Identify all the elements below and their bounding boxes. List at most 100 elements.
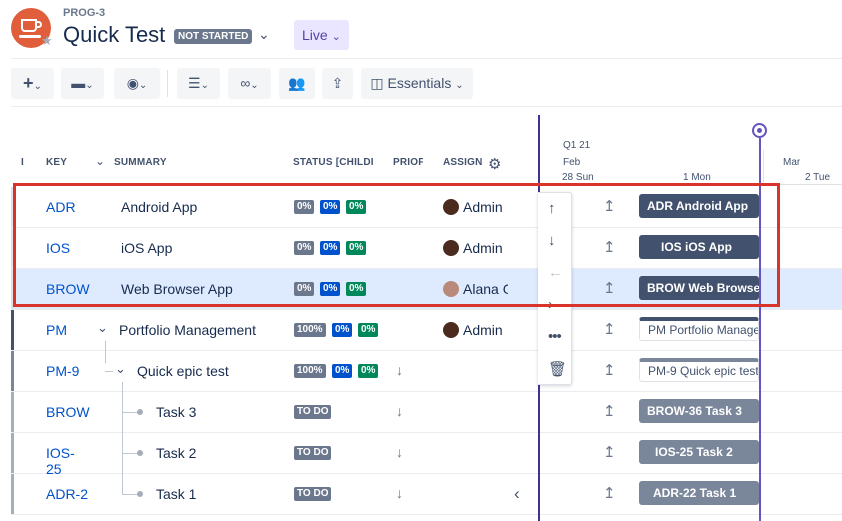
status-badge: NOT STARTED [174, 29, 253, 44]
status-badge: TO DO [294, 446, 332, 460]
dependencies-button[interactable]: ∞⌄ [228, 68, 271, 99]
program-key: PROG-3 [63, 7, 106, 19]
chevron-down-icon[interactable]: ⌄ [95, 154, 105, 168]
plus-icon: + [23, 73, 34, 93]
issue-key[interactable]: ADR-2 [46, 486, 88, 502]
export-icon: ⇪ [331, 75, 344, 91]
star-icon[interactable]: ★ [41, 33, 53, 49]
view-settings-button[interactable]: ◫ Essentials ⌄ [361, 68, 473, 99]
team-button[interactable]: 👥 [279, 68, 315, 99]
issue-key[interactable]: IOS-25 [46, 445, 86, 477]
timeline-bar[interactable]: BROW-36 Task 3 [639, 399, 759, 423]
page-title: Quick Test [63, 22, 166, 47]
timeline-month: Mar [783, 157, 801, 168]
timeline-bar[interactable]: IOS-25 Task 2 [639, 440, 759, 464]
status-badge: TO DO [294, 487, 332, 501]
tree-line [122, 453, 138, 454]
issue-key[interactable]: PM-9 [46, 363, 79, 379]
tree-line [122, 494, 138, 495]
issue-key[interactable]: BROW [46, 404, 90, 420]
arrow-up-icon[interactable]: ↥ [603, 320, 616, 338]
today-marker-icon[interactable] [752, 123, 767, 138]
chevron-down-icon: ⌄ [250, 80, 259, 91]
table-row[interactable]: PM-9 ⌄ Quick epic test 100% 0% 0% ↓ ↥ PM… [11, 341, 842, 392]
timeline-day: 28 Sun [562, 172, 594, 183]
row-indicator [11, 310, 14, 350]
progress-count: 100% [294, 364, 326, 378]
chevron-down-icon: ⌄ [200, 80, 209, 91]
progress-count: 0% [358, 364, 379, 378]
arrow-up-icon[interactable]: ↥ [603, 361, 616, 379]
chevron-down-icon: ⌄ [331, 31, 341, 43]
row-indicator [11, 392, 14, 432]
timeline-day: 1 Mon [683, 172, 711, 183]
row-indicator [11, 351, 14, 391]
tree-node [137, 409, 143, 415]
toolbar-divider [167, 70, 168, 97]
table-row[interactable]: PM ⌄ Portfolio Management 100% 0% 0% Adm… [11, 310, 842, 351]
visibility-button[interactable]: ◉⌄ [114, 68, 160, 99]
progress-count: 0% [332, 364, 353, 378]
table-row[interactable]: BROW Task 3 TO DO ↓ ↥ BROW-36 Task 3 [11, 382, 842, 433]
tree-line [105, 371, 113, 372]
timeline-bar[interactable]: PM-9 Quick epic test [639, 358, 759, 382]
issue-key[interactable]: PM [46, 322, 67, 338]
view-mode-button[interactable]: Live ⌄ [294, 20, 349, 50]
table-row[interactable]: IOS-25 Task 2 TO DO ↓ ↥ IOS-25 Task 2 [11, 423, 842, 477]
folder-icon: ▬ [71, 75, 86, 91]
chevron-left-icon[interactable]: ‹ [514, 484, 520, 504]
tree-line [122, 464, 123, 494]
list-icon: ☰ [188, 75, 201, 91]
export-button[interactable]: ⇪ [322, 68, 353, 99]
progress-count: 0% [332, 323, 353, 337]
divider [763, 150, 764, 184]
tree-line [105, 341, 106, 363]
column-header-summary[interactable]: SUMMARY [114, 157, 167, 168]
chevron-down-icon[interactable]: ⌄ [258, 26, 270, 43]
divider [11, 106, 842, 107]
row-indicator [11, 433, 14, 473]
highlight-box [13, 183, 780, 307]
status-badge: TO DO [294, 405, 332, 419]
chevron-down-icon[interactable]: ⌄ [97, 320, 108, 336]
tree-node [137, 491, 143, 497]
column-header-status[interactable]: STATUS [CHILDI [293, 157, 373, 168]
link-icon: ∞ [240, 75, 251, 91]
issue-summary: Task 2 [156, 445, 197, 461]
arrow-down-icon: ↓ [396, 362, 403, 378]
table-row[interactable]: ADR-2 Task 1 TO DO ↓ ↥ ADR-22 Task 1 [11, 464, 842, 515]
timeline-day: 2 Tue [805, 172, 831, 183]
progress-count: 100% [294, 323, 326, 337]
arrow-down-icon: ↓ [396, 403, 403, 419]
arrow-down-icon: ↓ [396, 444, 403, 460]
issue-summary: Task 3 [156, 404, 197, 420]
timeline-bar[interactable]: ADR-22 Task 1 [639, 481, 759, 505]
chevron-down-icon[interactable]: ⌄ [115, 361, 126, 377]
panel-icon: ◫ [370, 75, 384, 91]
hierarchy-button[interactable]: ▬⌄ [61, 68, 104, 99]
row-indicator [11, 474, 14, 514]
tree-line [122, 412, 138, 413]
column-header-key[interactable]: KEY [46, 157, 67, 168]
arrow-up-icon[interactable]: ↥ [603, 443, 616, 461]
chevron-down-icon: ⌄ [138, 80, 148, 91]
timeline-quarter: Q1 21 [563, 140, 591, 151]
arrow-up-icon[interactable]: ↥ [603, 402, 616, 420]
divider [11, 58, 842, 59]
arrow-up-icon[interactable]: ↥ [603, 484, 616, 502]
chevron-down-icon: ⌄ [85, 80, 94, 91]
timeline-bar[interactable]: PM Portfolio Management [639, 317, 759, 341]
chevron-down-icon: ⌄ [455, 80, 464, 91]
column-header-assignee[interactable]: ASSIGN [443, 157, 483, 168]
column-header-id[interactable]: I [21, 157, 27, 168]
add-button[interactable]: +⌄ [11, 68, 54, 99]
trash-icon[interactable]: 🗑 [548, 360, 567, 378]
column-header-priority[interactable]: PRIOF [393, 157, 423, 168]
arrow-down-icon: ↓ [396, 485, 403, 501]
fields-button[interactable]: ☰⌄ [177, 68, 220, 99]
assignee-name: Admin [463, 322, 503, 338]
issue-summary: Portfolio Management [119, 322, 256, 338]
more-icon[interactable]: ••• [548, 328, 562, 345]
timeline-month: Feb [563, 157, 581, 168]
gear-icon[interactable]: ⚙ [488, 155, 501, 173]
